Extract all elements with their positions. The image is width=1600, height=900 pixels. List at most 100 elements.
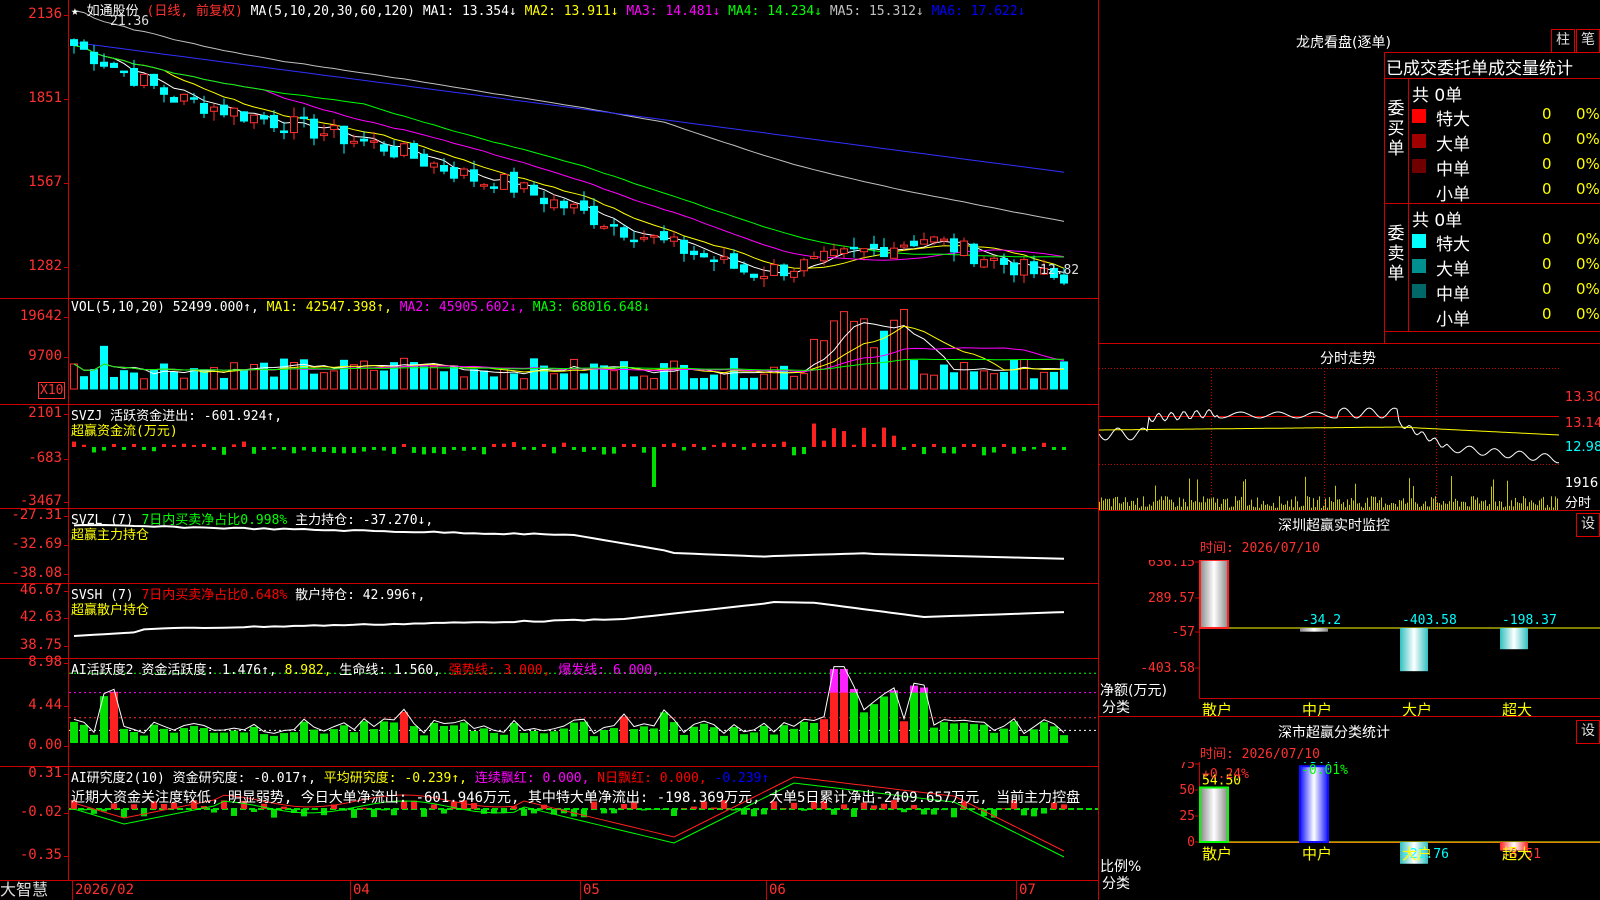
- candlestick-chart[interactable]: [69, 0, 1098, 298]
- intraday-volume-bar: [1303, 505, 1304, 510]
- intraday-volume-bar: [1419, 506, 1420, 510]
- candle-body: [920, 239, 928, 245]
- classify-bar-chart[interactable]: 755025054.50散户75.77中户-21.76大户-8.51超大+0.2…: [1099, 762, 1600, 900]
- intraday-volume-bar: [1395, 504, 1396, 510]
- research-bar: [1001, 808, 1007, 809]
- order-size-label: 中单: [1436, 160, 1470, 180]
- activity-bar: [320, 733, 328, 743]
- capital-flow-bar: [532, 447, 536, 450]
- activity-bar: [780, 725, 788, 743]
- activity-bar: [160, 728, 168, 743]
- intraday-volume-bar: [1481, 500, 1482, 510]
- intraday-volume-bar: [1507, 480, 1508, 510]
- intraday-volume-bar: [1145, 506, 1146, 510]
- bar-view-button[interactable]: 柱: [1551, 29, 1575, 53]
- capital-flow-bar: [282, 447, 286, 451]
- intraday-volume-bar: [1339, 499, 1340, 510]
- period-label[interactable]: (日线, 前复权): [147, 4, 243, 19]
- activity-bar: [880, 696, 888, 743]
- intraday-volume-bar: [1201, 502, 1202, 510]
- intraday-volume-bar: [1221, 503, 1222, 510]
- candle-body: [450, 167, 458, 179]
- volume-bar: [360, 360, 368, 390]
- intraday-volume-bar: [1193, 502, 1194, 510]
- ma30-line: [73, 45, 1065, 258]
- candle-body: [960, 240, 968, 257]
- intraday-volume-bar: [1547, 504, 1548, 510]
- realtime-settings-button[interactable]: 设: [1576, 513, 1600, 537]
- intraday-volume-bar: [1179, 497, 1180, 510]
- intraday-volume-bar: [1229, 507, 1230, 510]
- intraday-volume-bar: [1169, 499, 1170, 510]
- intraday-volume-bar: [1131, 500, 1132, 510]
- activity-bar: [420, 735, 428, 743]
- axis-tick: [64, 516, 69, 517]
- intraday-volume-bar: [1161, 496, 1162, 510]
- candle-body: [700, 253, 708, 258]
- classify-settings-button[interactable]: 设: [1576, 720, 1600, 744]
- volume-bar: [860, 318, 868, 390]
- intraday-volume-bar: [1409, 478, 1410, 510]
- activity-bar: [290, 732, 298, 743]
- intraday-chart[interactable]: [1099, 368, 1600, 510]
- svsh-legend-item: 7日内买卖净占比0.648%: [141, 588, 296, 603]
- realtime-time: 时间: 2026/07/10: [1200, 541, 1320, 556]
- candle-body: [480, 184, 488, 187]
- volume-bar: [430, 366, 438, 390]
- intraday-volume-bar: [1535, 504, 1536, 510]
- candle-body: [570, 203, 578, 209]
- intraday-volume-bar: [1143, 496, 1144, 510]
- classify-mid-change-label: -0.01%: [1301, 763, 1348, 778]
- volume-bar: [760, 373, 768, 390]
- intraday-volume-bar: [1513, 506, 1514, 510]
- activity-bar: [740, 734, 748, 743]
- capital-flow-bar: [1062, 447, 1066, 450]
- tick-view-button[interactable]: 笔: [1576, 29, 1600, 53]
- intraday-volume-bar: [1225, 499, 1226, 510]
- candle-body: [130, 68, 138, 86]
- activity-bar: [330, 729, 338, 743]
- intraday-volume-bar: [1417, 503, 1418, 510]
- candle-body: [1000, 258, 1008, 265]
- vol-title: VOL(5,10,20): [71, 300, 165, 315]
- order-percent: 0%: [1576, 230, 1600, 248]
- candle-body: [100, 61, 108, 67]
- activity-bar: [660, 712, 668, 743]
- activity-bar: [260, 734, 268, 743]
- intraday-volume-bar: [1111, 506, 1112, 510]
- activity-bar: [950, 723, 958, 743]
- activity-bar: [470, 730, 478, 743]
- realtime-bar-chart[interactable]: 636.15 289.57 -57 -403.58 636.15 散户 -34.2 中户 -40…: [1099, 560, 1600, 716]
- intraday-volume-bar: [1309, 497, 1310, 510]
- intraday-volume-bar: [1127, 502, 1128, 510]
- activity-bar: [870, 704, 878, 743]
- candle-body: [730, 253, 738, 269]
- intraday-volume-bar: [1457, 500, 1458, 510]
- intraday-volume-bar: [1271, 506, 1272, 510]
- activity-bar: [240, 732, 248, 743]
- research-bar: [711, 807, 717, 809]
- intraday-price-tick: 13.30: [1565, 390, 1600, 405]
- activity-bar: [550, 731, 558, 743]
- intraday-volume-bar: [1295, 496, 1296, 510]
- intraday-volume-bar: [1557, 498, 1558, 510]
- intraday-volume-bar: [1277, 507, 1278, 510]
- activity-bar: [410, 726, 418, 743]
- volume-bar: [120, 370, 128, 390]
- activity-bar: [1010, 721, 1018, 743]
- volume-bar: [450, 365, 458, 390]
- volume-bar: [640, 375, 648, 390]
- candle-body: [860, 248, 868, 253]
- intraday-volume-bar: [1383, 507, 1384, 510]
- candle-body: [340, 125, 348, 145]
- candle-body: [620, 227, 628, 238]
- volume-bar: [960, 362, 968, 390]
- ma10-line: [73, 45, 1065, 269]
- intraday-volume-bar: [1411, 498, 1412, 510]
- candle-body: [470, 169, 478, 182]
- intraday-volume-bar: [1505, 506, 1506, 510]
- activity-bar: [180, 728, 188, 743]
- intraday-volume-bar: [1357, 503, 1358, 510]
- order-count: 0: [1542, 155, 1552, 173]
- activity-bar: [810, 722, 818, 743]
